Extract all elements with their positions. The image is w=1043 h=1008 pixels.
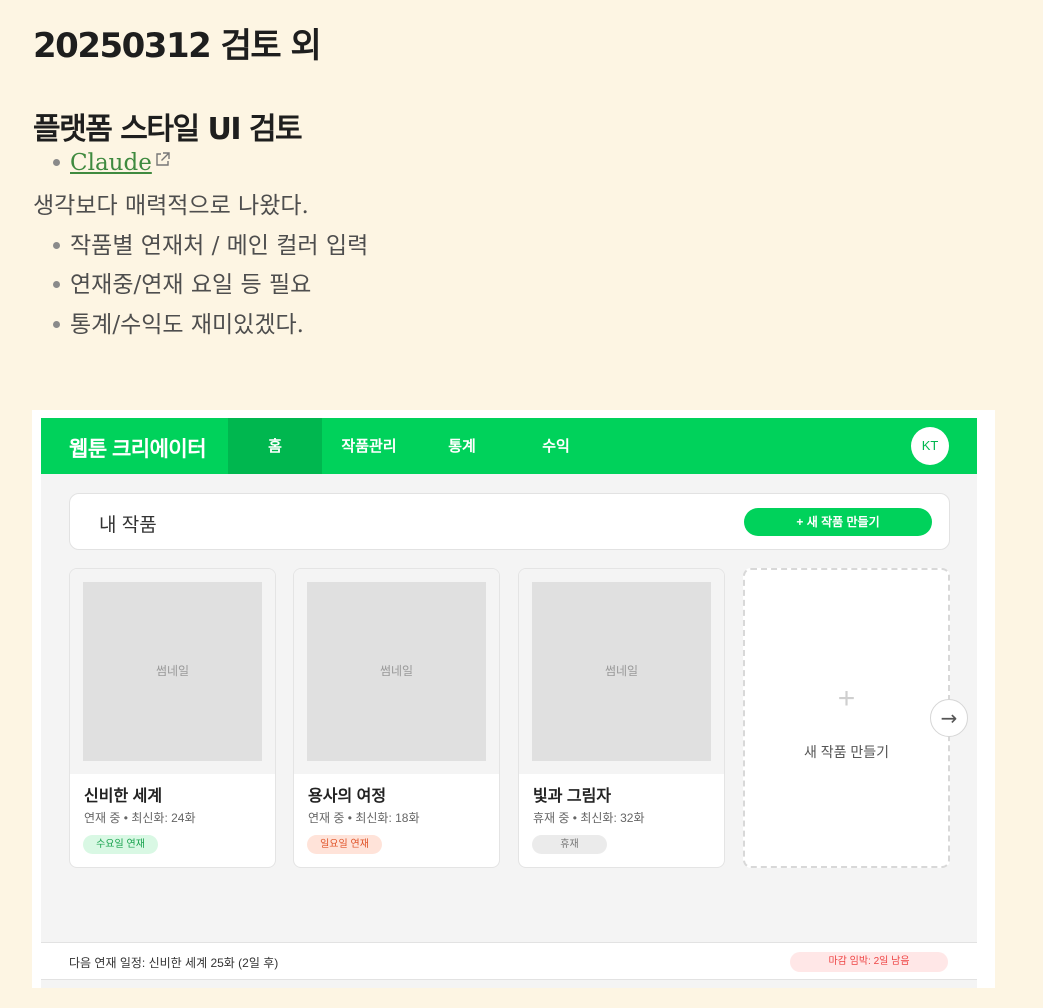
thumbnail-area: 썸네일: [294, 569, 499, 774]
list-item: 작품별 연재처 / 메인 컬러 입력: [53, 226, 368, 260]
next-arrow-button[interactable]: →: [930, 699, 968, 737]
list-item-text: 연재중/연재 요일 등 필요: [70, 272, 312, 298]
work-meta: 연재 중 • 최신화: 18화: [308, 811, 420, 825]
post-paragraph: 생각보다 매력적으로 나왔다.: [33, 193, 309, 219]
link-list-item: Claude: [53, 150, 171, 176]
work-title: 빛과 그림자: [533, 788, 612, 805]
bullet-dot: [53, 320, 60, 328]
my-works-header: 내 작품 + 새 작품 만들기: [69, 493, 950, 550]
schedule-footer: 다음 연재 일정: 신비한 세계 25화 (2일 후) 마감 임박: 2일 남음: [41, 942, 977, 980]
bullet-dot: [53, 280, 60, 288]
add-work-card[interactable]: + 새 작품 만들기: [743, 568, 950, 868]
add-work-label: 새 작품 만들기: [803, 744, 890, 760]
deadline-badge: 마감 임박: 2일 남음: [790, 952, 948, 972]
work-meta: 연재 중 • 최신화: 24화: [84, 811, 196, 825]
schedule-badge: 일요일 연재: [307, 835, 382, 854]
nav-works[interactable]: 작품관리: [322, 418, 416, 474]
schedule-badge: 수요일 연재: [83, 835, 158, 854]
work-card[interactable]: 썸네일 신비한 세계 연재 중 • 최신화: 24화 수요일 연재: [69, 568, 276, 868]
new-work-button[interactable]: + 새 작품 만들기: [744, 508, 932, 536]
list-item: 연재중/연재 요일 등 필요: [53, 265, 311, 299]
thumbnail-placeholder: 썸네일: [532, 582, 711, 761]
thumbnail-placeholder: 썸네일: [83, 582, 262, 761]
work-card[interactable]: 썸네일 용사의 여정 연재 중 • 최신화: 18화 일요일 연재: [293, 568, 500, 868]
thumbnail-placeholder: 썸네일: [307, 582, 486, 761]
bullet-dot: [53, 241, 60, 249]
nav-stats[interactable]: 통계: [415, 418, 509, 474]
ui-mockup-screenshot: 웹툰 크리에이터 홈 작품관리 통계 수익 KT 내 작품 + 새 작품 만들기…: [32, 410, 995, 988]
top-navigation-bar: 웹툰 크리에이터 홈 작품관리 통계 수익 KT: [41, 418, 977, 474]
nav-home[interactable]: 홈: [228, 418, 322, 474]
next-schedule-text: 다음 연재 일정: 신비한 세계 25화 (2일 후): [69, 956, 279, 970]
list-item-text: 통계/수익도 재미있겠다.: [70, 312, 304, 338]
webtoon-creator-app: 웹툰 크리에이터 홈 작품관리 통계 수익 KT 내 작품 + 새 작품 만들기…: [41, 418, 977, 988]
list-item: 통계/수익도 재미있겠다.: [53, 305, 304, 339]
work-title: 용사의 여정: [308, 788, 387, 805]
section-label: 내 작품: [99, 515, 157, 536]
external-link-icon: [154, 148, 171, 174]
brand-logo[interactable]: 웹툰 크리에이터: [69, 433, 207, 463]
claude-link[interactable]: Claude: [70, 150, 152, 176]
bullet-dot: [53, 158, 60, 166]
avatar[interactable]: KT: [911, 427, 949, 465]
section-title: 플랫폼 스타일 UI 검토: [33, 112, 303, 147]
status-badge: 휴재: [532, 835, 607, 854]
list-item-text: 작품별 연재처 / 메인 컬러 입력: [70, 233, 369, 259]
work-card[interactable]: 썸네일 빛과 그림자 휴재 중 • 최신화: 32화 휴재: [518, 568, 725, 868]
thumbnail-area: 썸네일: [70, 569, 275, 774]
nav-revenue[interactable]: 수익: [509, 418, 603, 474]
plus-icon: +: [837, 682, 856, 715]
work-title: 신비한 세계: [84, 788, 163, 805]
thumbnail-area: 썸네일: [519, 569, 724, 774]
post-title: 20250312 검토 외: [33, 26, 322, 66]
work-meta: 휴재 중 • 최신화: 32화: [533, 811, 645, 825]
